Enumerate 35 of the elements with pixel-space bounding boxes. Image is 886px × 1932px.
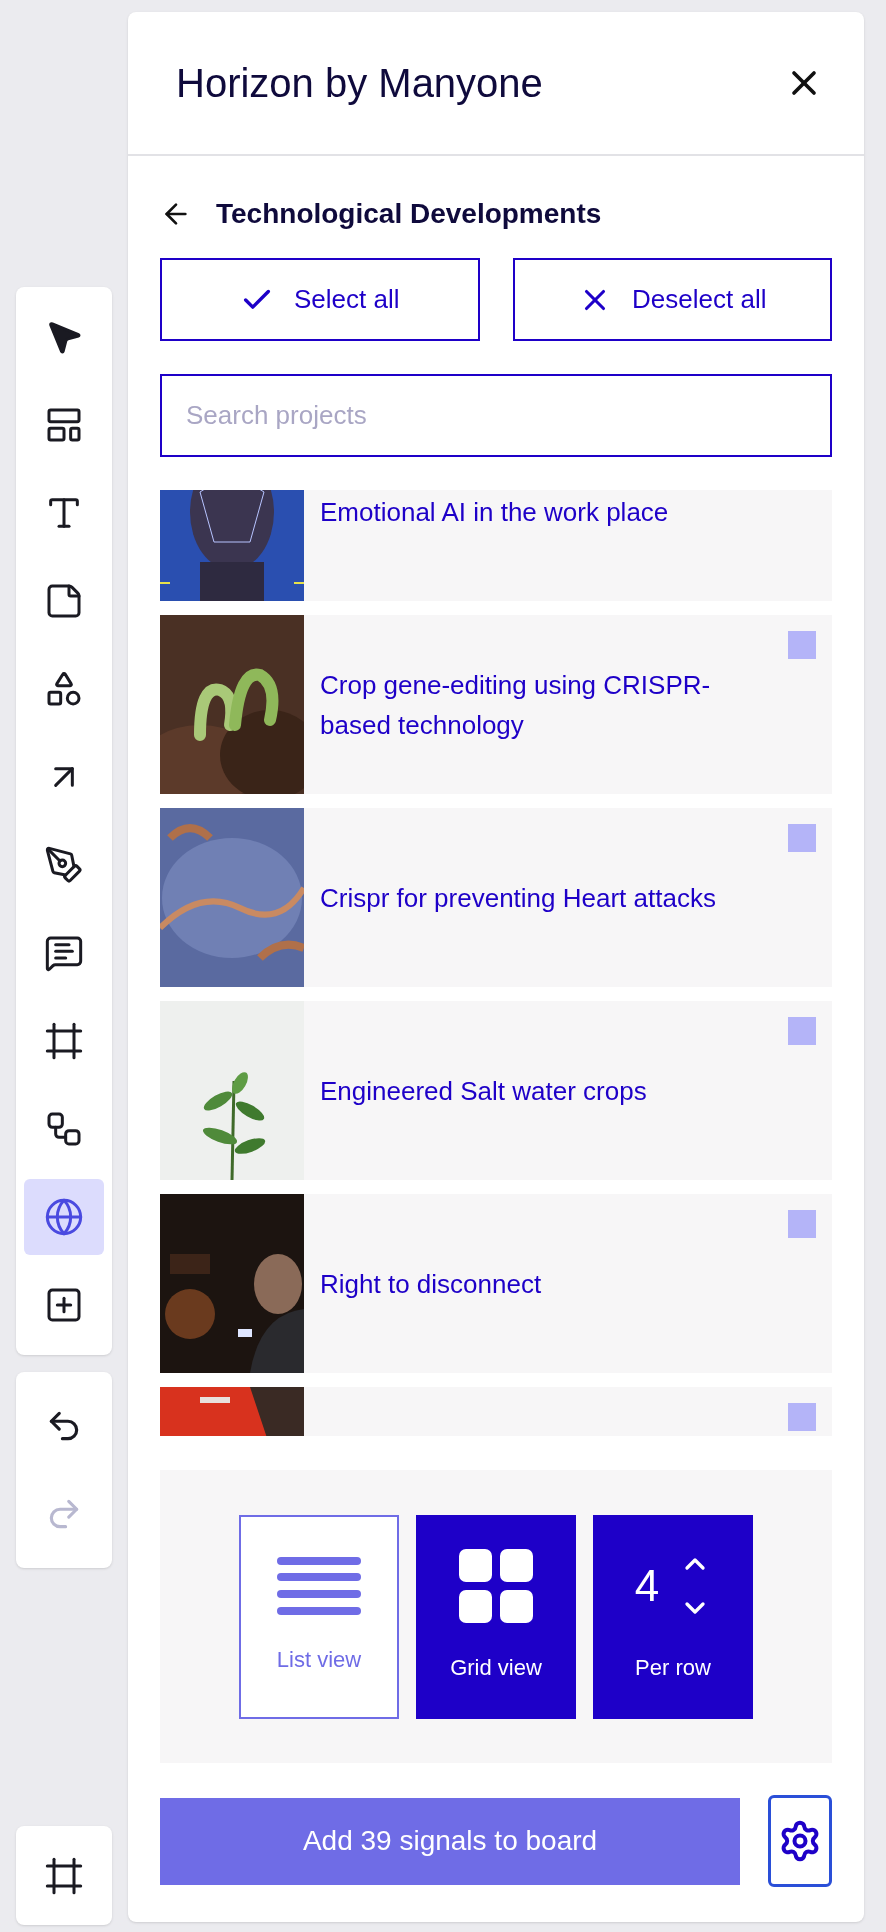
deselect-all-button[interactable]: Deselect all [512,258,832,341]
project-card[interactable]: Crispr for preventing Heart attacks [160,808,832,987]
project-title: Emotional AI in the work place [320,495,669,529]
project-title: Engineered Salt water crops [320,1074,647,1108]
settings-button[interactable] [768,1795,832,1887]
project-card[interactable]: Engineered Salt water crops [160,1001,832,1180]
frame-icon [44,1021,84,1061]
grid-icon [459,1549,533,1623]
frames-button[interactable] [16,1826,112,1925]
pen-icon [44,845,84,885]
checkbox[interactable] [788,631,816,659]
project-card[interactable]: Crop gene-editing using CRISPR-based technology [160,615,832,794]
per-row-label: Per row [635,1654,711,1682]
checkbox[interactable] [788,1403,816,1431]
list-view-button[interactable]: List view [239,1514,399,1719]
globe-icon [44,1197,84,1237]
panel-title: Horizon by Manyone [176,60,543,107]
section-title: Technological Developments [216,197,602,231]
add-to-board-button[interactable]: Add 39 signals to board [160,1797,740,1885]
grid-view-button[interactable]: Grid view [416,1514,576,1719]
search-field[interactable]: Search projects [160,374,832,457]
project-card[interactable]: Emotional AI in the work place [160,490,832,601]
frame-icon [44,1855,84,1896]
checkbox[interactable] [788,824,816,852]
select-all-button[interactable]: Select all [160,258,480,341]
globe-tool[interactable] [24,1179,104,1255]
checkbox[interactable] [788,1210,816,1238]
project-title: Crop gene-editing using CRISPR-based technology [320,668,712,742]
project-title: Crispr for preventing Heart attacks [320,881,716,915]
project-title: Right to disconnect [320,1267,542,1301]
project-card[interactable]: Right to disconnect [160,1194,832,1373]
per-row-stepper[interactable]: 4 Per row [593,1514,753,1719]
per-row-value: 4 [634,1560,660,1612]
checkbox[interactable] [788,1017,816,1045]
list-icon [277,1557,361,1615]
